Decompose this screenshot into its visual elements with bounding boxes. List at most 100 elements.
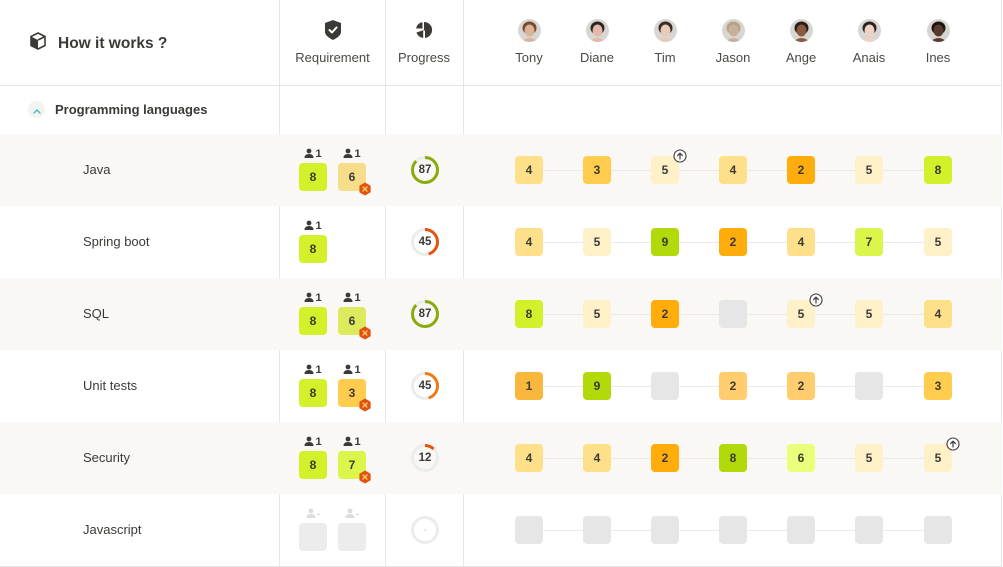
person-icon xyxy=(304,436,314,449)
requirement-item[interactable]: 18 xyxy=(299,436,327,479)
score-cell[interactable] xyxy=(515,516,543,544)
score-value: 7 xyxy=(865,235,873,249)
score-cell[interactable]: 2 xyxy=(787,156,815,184)
score-cell[interactable]: 5 xyxy=(583,228,611,256)
skill-name[interactable]: Javascript xyxy=(83,522,142,537)
requirement-item[interactable]: - xyxy=(338,508,366,551)
collapse-group-button[interactable] xyxy=(28,101,45,118)
upgrade-arrow-icon[interactable] xyxy=(673,149,687,163)
upgrade-arrow-icon[interactable] xyxy=(809,293,823,307)
score-cell[interactable] xyxy=(651,516,679,544)
member-column-header[interactable]: Tony xyxy=(495,0,563,86)
score-cell[interactable]: 4 xyxy=(924,300,952,328)
score-value: 4 xyxy=(525,235,533,249)
alert-hexagon-icon xyxy=(358,182,372,196)
score-cell[interactable]: 3 xyxy=(583,156,611,184)
score-cell[interactable] xyxy=(583,516,611,544)
score-cell[interactable]: 8 xyxy=(515,300,543,328)
requirement-item[interactable]: 18 xyxy=(299,292,327,335)
member-column-header[interactable]: Ange xyxy=(767,0,835,86)
score-cell[interactable]: 2 xyxy=(787,372,815,400)
pie-chart-icon xyxy=(415,18,433,42)
progress-ring: - xyxy=(410,515,440,545)
avatar[interactable] xyxy=(517,18,541,42)
member-name: Tim xyxy=(654,50,676,65)
skill-name[interactable]: Security xyxy=(83,450,130,465)
avatar[interactable] xyxy=(721,18,745,42)
member-column-header[interactable]: Anais xyxy=(835,0,903,86)
score-cell[interactable]: 5 xyxy=(651,149,687,184)
score-cell[interactable]: 5 xyxy=(855,444,883,472)
score-cell[interactable] xyxy=(719,516,747,544)
score-cell[interactable]: 5 xyxy=(855,300,883,328)
skill-name[interactable]: Unit tests xyxy=(83,378,137,393)
score-cell[interactable]: 5 xyxy=(855,156,883,184)
score-cell[interactable]: 4 xyxy=(719,156,747,184)
avatar[interactable] xyxy=(857,18,881,42)
skill-name[interactable]: Java xyxy=(83,162,110,177)
requirement-item[interactable]: - xyxy=(299,508,327,551)
requirement-item[interactable]: 16 xyxy=(338,148,371,196)
required-count: 1 xyxy=(354,436,361,448)
group-label[interactable]: Programming languages xyxy=(55,102,207,117)
score-cell[interactable]: 1 xyxy=(515,372,543,400)
skill-name[interactable]: SQL xyxy=(83,306,109,321)
score-cell[interactable]: 2 xyxy=(719,372,747,400)
score-cell[interactable]: 5 xyxy=(924,437,960,472)
required-count: 1 xyxy=(354,364,361,376)
score-cell[interactable]: 8 xyxy=(924,156,952,184)
requirement-item[interactable]: 16 xyxy=(338,292,371,340)
upgrade-arrow-icon[interactable] xyxy=(946,437,960,451)
member-column-header[interactable]: Diane xyxy=(563,0,631,86)
score-cell[interactable]: 7 xyxy=(855,228,883,256)
score-cell[interactable] xyxy=(719,300,747,328)
score-cell[interactable]: 5 xyxy=(583,300,611,328)
score-cell[interactable] xyxy=(855,516,883,544)
avatar[interactable] xyxy=(789,18,813,42)
required-count: 1 xyxy=(315,220,322,232)
avatar[interactable] xyxy=(926,18,950,42)
score-cell[interactable]: 4 xyxy=(787,228,815,256)
member-column-header[interactable]: Tim xyxy=(631,0,699,86)
score-cell[interactable] xyxy=(651,372,679,400)
score-cell[interactable]: 4 xyxy=(583,444,611,472)
score-value: 2 xyxy=(661,307,669,321)
score-cell[interactable] xyxy=(855,372,883,400)
avatar[interactable] xyxy=(653,18,677,42)
skill-name[interactable]: Spring boot xyxy=(83,234,150,249)
requirement-item[interactable]: 18 xyxy=(299,364,327,407)
score-cell[interactable] xyxy=(787,516,815,544)
score-cell[interactable]: 8 xyxy=(719,444,747,472)
score-cell[interactable]: 6 xyxy=(787,444,815,472)
score-cell[interactable] xyxy=(924,516,952,544)
member-name: Ange xyxy=(785,50,817,65)
member-column-header[interactable]: Jason xyxy=(699,0,767,86)
person-icon xyxy=(304,292,314,305)
required-level: 6 xyxy=(338,307,371,340)
requirement-item[interactable]: 17 xyxy=(338,436,371,484)
score-cell[interactable]: 5 xyxy=(924,228,952,256)
score-cell[interactable]: 2 xyxy=(651,444,679,472)
requirement-item[interactable]: 18 xyxy=(299,148,327,191)
required-people: 1 xyxy=(304,220,322,232)
score-value: 4 xyxy=(525,163,533,177)
score-cell[interactable]: 9 xyxy=(583,372,611,400)
score-cell[interactable]: 2 xyxy=(651,300,679,328)
score-cell[interactable]: 4 xyxy=(515,444,543,472)
member-avatar-wrap xyxy=(517,18,541,42)
matrix-header: How it works ? Requirement Progress Tony xyxy=(0,0,1002,86)
progress-ring: 45 xyxy=(410,227,440,257)
member-column-header[interactable]: Ines xyxy=(904,0,972,86)
score-cell[interactable]: 2 xyxy=(719,228,747,256)
score-value: 8 xyxy=(934,163,942,177)
score-cell[interactable]: 9 xyxy=(651,228,679,256)
shield-check-icon xyxy=(323,18,343,42)
required-people: - xyxy=(345,508,359,520)
avatar[interactable] xyxy=(585,18,609,42)
score-cell[interactable]: 4 xyxy=(515,228,543,256)
score-cell[interactable]: 5 xyxy=(787,293,823,328)
score-cell[interactable]: 3 xyxy=(924,372,952,400)
requirement-item[interactable]: 18 xyxy=(299,220,327,263)
score-cell[interactable]: 4 xyxy=(515,156,543,184)
requirement-item[interactable]: 13 xyxy=(338,364,371,412)
